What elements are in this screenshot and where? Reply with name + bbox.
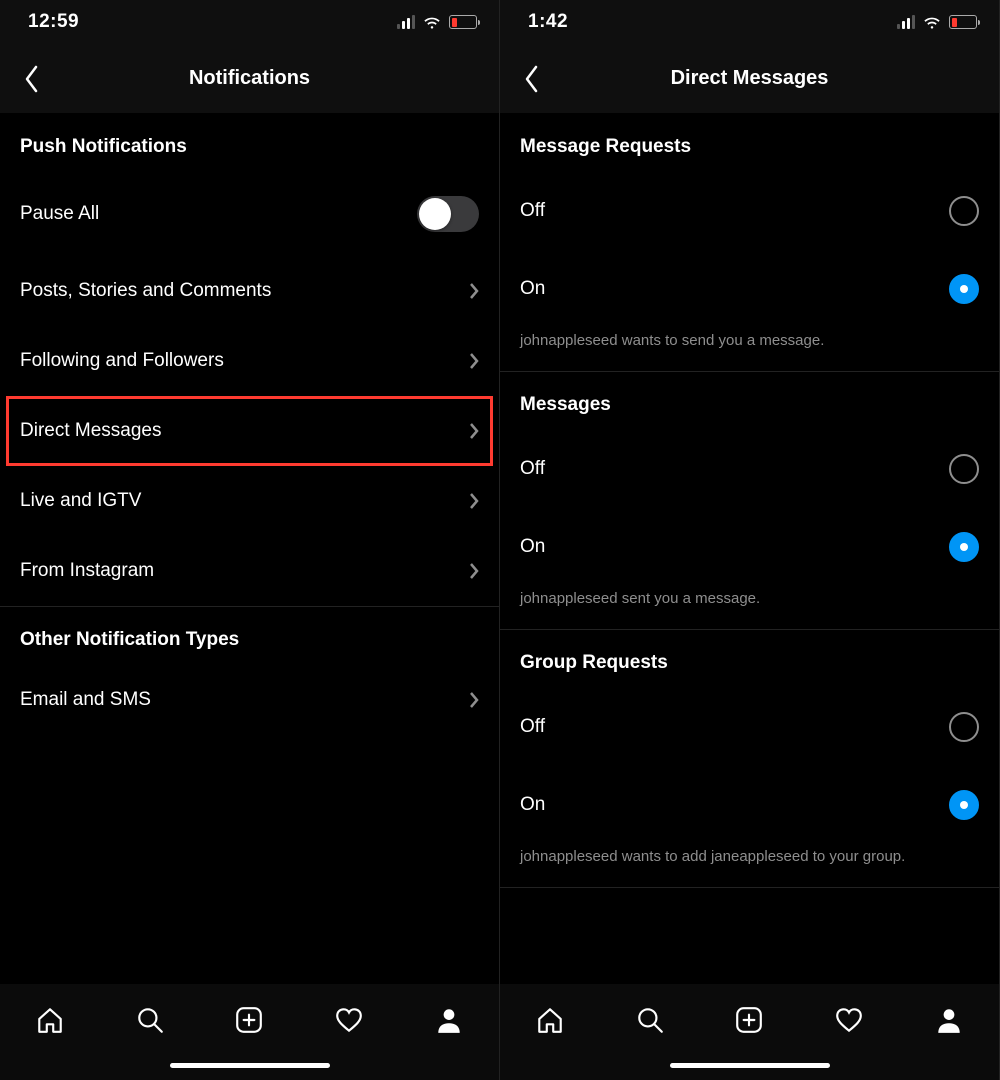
row-following-followers[interactable]: Following and Followers <box>0 326 499 396</box>
row-posts-stories-comments[interactable]: Posts, Stories and Comments <box>0 256 499 326</box>
heart-icon <box>834 1005 864 1035</box>
tab-create[interactable] <box>229 1000 269 1040</box>
radio-circle-selected-icon <box>949 532 979 562</box>
page-title: Direct Messages <box>671 67 829 90</box>
radio-label: Off <box>520 458 545 480</box>
row-email-sms[interactable]: Email and SMS <box>0 665 499 735</box>
heart-icon <box>334 1005 364 1035</box>
radio-messages-off[interactable]: Off <box>500 430 999 508</box>
row-direct-messages[interactable]: Direct Messages <box>0 396 499 466</box>
tab-search[interactable] <box>630 1000 670 1040</box>
plus-square-icon <box>234 1005 264 1035</box>
hint-message-requests: johnappleseed wants to send you a messag… <box>500 328 999 372</box>
tab-create[interactable] <box>729 1000 769 1040</box>
back-button[interactable] <box>14 62 48 96</box>
hint-messages: johnappleseed sent you a message. <box>500 586 999 630</box>
radio-circle-icon <box>949 196 979 226</box>
status-time: 1:42 <box>528 11 568 33</box>
section-header-message-requests: Message Requests <box>500 114 999 172</box>
tab-home[interactable] <box>530 1000 570 1040</box>
search-icon <box>635 1005 665 1035</box>
wifi-icon <box>922 12 942 32</box>
plus-square-icon <box>734 1005 764 1035</box>
chevron-right-icon <box>469 562 479 580</box>
radio-message-requests-off[interactable]: Off <box>500 172 999 250</box>
tab-home[interactable] <box>30 1000 70 1040</box>
chevron-right-icon <box>469 352 479 370</box>
content: Push Notifications Pause All Posts, Stor… <box>0 114 499 984</box>
battery-low-icon <box>949 15 977 29</box>
row-label: Direct Messages <box>20 420 162 442</box>
profile-icon <box>434 1005 464 1035</box>
radio-circle-selected-icon <box>949 274 979 304</box>
hint-group-requests: johnappleseed wants to add janeappleseed… <box>500 844 999 888</box>
radio-label: On <box>520 794 545 816</box>
row-label: From Instagram <box>20 560 154 582</box>
tab-profile[interactable] <box>929 1000 969 1040</box>
chevron-right-icon <box>469 492 479 510</box>
tab-bar <box>500 984 999 1080</box>
radio-label: On <box>520 536 545 558</box>
toggle-pause-all[interactable] <box>417 196 479 232</box>
status-icons <box>897 12 977 32</box>
row-label: Pause All <box>20 203 99 225</box>
row-pause-all[interactable]: Pause All <box>0 172 499 256</box>
content: Message Requests Off On johnappleseed wa… <box>500 114 999 984</box>
home-indicator[interactable] <box>170 1063 330 1068</box>
section-header-group-requests: Group Requests <box>500 630 999 688</box>
screen-notifications: 12:59 Notifications Push Notifications P… <box>0 0 500 1080</box>
row-live-igtv[interactable]: Live and IGTV <box>0 466 499 536</box>
search-icon <box>135 1005 165 1035</box>
chevron-right-icon <box>469 422 479 440</box>
screen-direct-messages: 1:42 Direct Messages Message Requests Of… <box>500 0 1000 1080</box>
radio-group-requests-on[interactable]: On <box>500 766 999 844</box>
section-header-messages: Messages <box>500 372 999 430</box>
row-label: Following and Followers <box>20 350 224 372</box>
tab-bar <box>0 984 499 1080</box>
status-bar: 12:59 <box>0 0 499 44</box>
chevron-right-icon <box>469 691 479 709</box>
back-button[interactable] <box>514 62 548 96</box>
radio-label: Off <box>520 716 545 738</box>
status-icons <box>397 12 477 32</box>
radio-label: On <box>520 278 545 300</box>
radio-group-requests-off[interactable]: Off <box>500 688 999 766</box>
home-icon <box>35 1005 65 1035</box>
nav-header: Direct Messages <box>500 44 999 114</box>
wifi-icon <box>422 12 442 32</box>
nav-header: Notifications <box>0 44 499 114</box>
row-label: Live and IGTV <box>20 490 141 512</box>
section-header-other: Other Notification Types <box>0 607 499 665</box>
radio-circle-icon <box>949 454 979 484</box>
chevron-left-icon <box>24 65 39 93</box>
page-title: Notifications <box>189 67 310 90</box>
status-time: 12:59 <box>28 11 79 33</box>
tab-profile[interactable] <box>429 1000 469 1040</box>
tab-activity[interactable] <box>329 1000 369 1040</box>
home-icon <box>535 1005 565 1035</box>
radio-messages-on[interactable]: On <box>500 508 999 586</box>
radio-circle-selected-icon <box>949 790 979 820</box>
tab-search[interactable] <box>130 1000 170 1040</box>
cellular-signal-icon <box>397 15 415 29</box>
radio-circle-icon <box>949 712 979 742</box>
battery-low-icon <box>449 15 477 29</box>
chevron-left-icon <box>524 65 539 93</box>
section-header-push: Push Notifications <box>0 114 499 172</box>
row-label: Posts, Stories and Comments <box>20 280 271 302</box>
chevron-right-icon <box>469 282 479 300</box>
row-from-instagram[interactable]: From Instagram <box>0 536 499 606</box>
cellular-signal-icon <box>897 15 915 29</box>
home-indicator[interactable] <box>670 1063 830 1068</box>
profile-icon <box>934 1005 964 1035</box>
row-label: Email and SMS <box>20 689 151 711</box>
tab-activity[interactable] <box>829 1000 869 1040</box>
radio-message-requests-on[interactable]: On <box>500 250 999 328</box>
radio-label: Off <box>520 200 545 222</box>
status-bar: 1:42 <box>500 0 999 44</box>
toggle-knob <box>419 198 451 230</box>
